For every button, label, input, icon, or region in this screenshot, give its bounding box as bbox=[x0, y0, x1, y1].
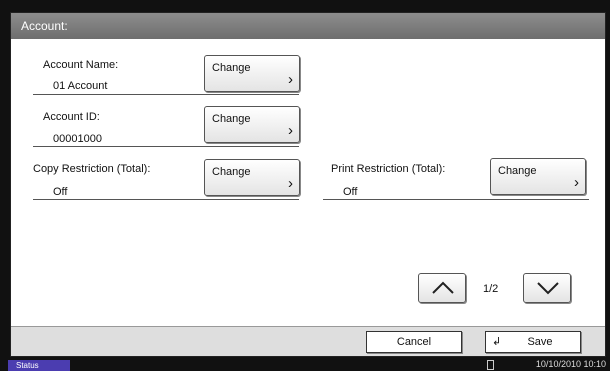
page-title: Account: bbox=[11, 13, 605, 39]
copy-restriction-value: Off bbox=[53, 186, 68, 198]
status-bar: Status 10/10/2010 10:10 bbox=[0, 358, 610, 371]
button-label: Change bbox=[212, 62, 251, 74]
cancel-button[interactable]: Cancel bbox=[366, 331, 462, 353]
page-indicator: 1/2 bbox=[483, 283, 499, 295]
save-button[interactable]: ↲ Save bbox=[485, 331, 581, 353]
divider bbox=[33, 94, 299, 95]
print-restriction-value: Off bbox=[343, 186, 358, 198]
save-label: Save bbox=[527, 336, 553, 348]
status-button[interactable]: Status bbox=[8, 360, 70, 371]
button-label: Change bbox=[212, 166, 251, 178]
button-label: Change bbox=[212, 113, 251, 125]
divider bbox=[323, 199, 589, 200]
divider bbox=[33, 146, 299, 147]
chevron-right-icon: › bbox=[574, 174, 579, 191]
account-id-label: Account ID: bbox=[43, 111, 100, 123]
page-down-button[interactable] bbox=[523, 273, 571, 303]
change-account-id-button[interactable]: Change › bbox=[204, 106, 300, 143]
copy-restriction-label: Copy Restriction (Total): bbox=[33, 163, 151, 175]
print-restriction-label: Print Restriction (Total): bbox=[331, 163, 446, 175]
divider bbox=[33, 199, 299, 200]
document-icon bbox=[487, 360, 494, 370]
change-print-restriction-button[interactable]: Change › bbox=[490, 158, 586, 195]
enter-return-icon: ↲ bbox=[492, 336, 502, 348]
account-panel: Account: Account Name: 01 Account Change… bbox=[10, 12, 606, 357]
cancel-label: Cancel bbox=[396, 336, 432, 348]
change-copy-restriction-button[interactable]: Change › bbox=[204, 159, 300, 196]
chevron-right-icon: › bbox=[288, 175, 293, 192]
account-name-label: Account Name: bbox=[43, 59, 119, 71]
button-label: Change bbox=[498, 165, 537, 177]
change-account-name-button[interactable]: Change › bbox=[204, 55, 300, 92]
account-id-value: 00001000 bbox=[53, 133, 102, 145]
datetime: 10/10/2010 10:10 bbox=[535, 359, 606, 369]
page-up-button[interactable] bbox=[418, 273, 466, 303]
chevron-right-icon: › bbox=[288, 122, 293, 139]
chevron-right-icon: › bbox=[288, 71, 293, 88]
account-name-value: 01 Account bbox=[53, 80, 108, 92]
footer-bar: Cancel ↲ Save bbox=[11, 326, 605, 356]
